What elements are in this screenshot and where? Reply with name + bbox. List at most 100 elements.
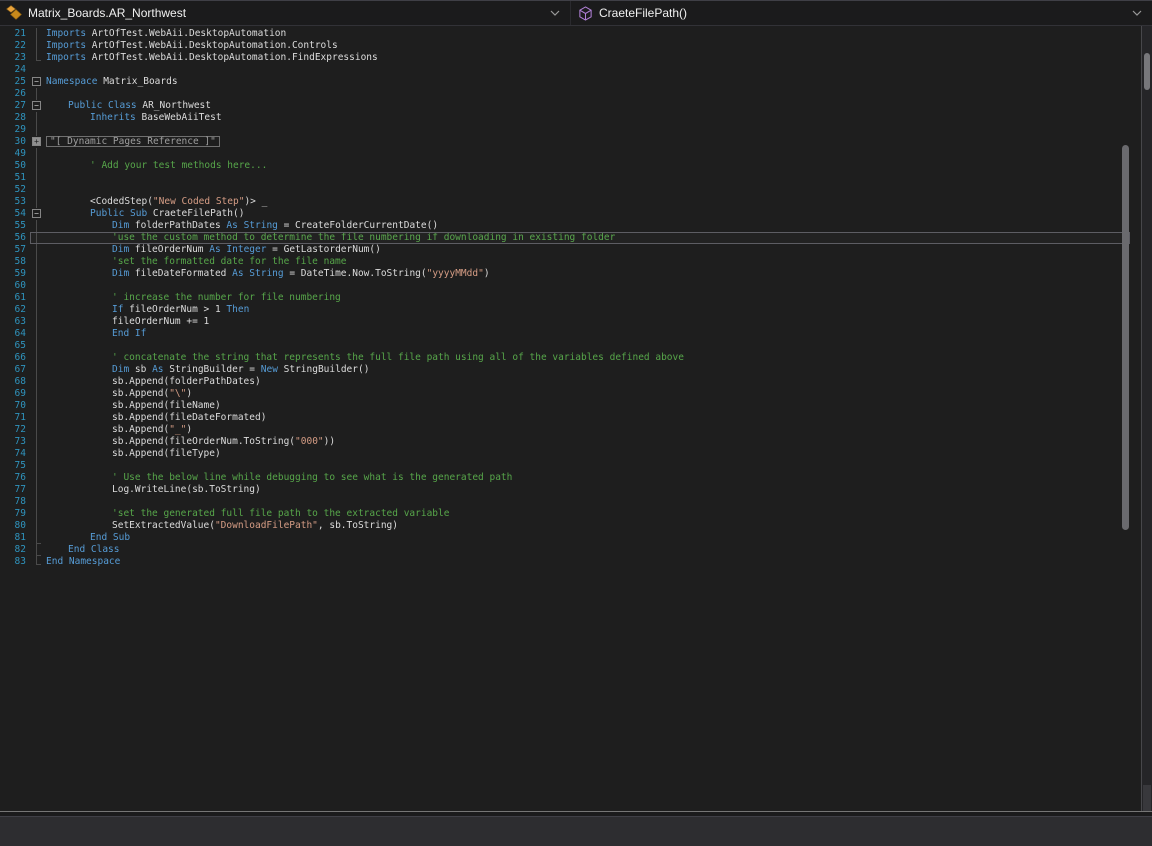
line-number[interactable]: 23 [0, 52, 28, 64]
expand-region-icon[interactable]: + [32, 137, 41, 146]
line-number[interactable]: 72 [0, 424, 28, 436]
code-line-66[interactable]: 66 ' concatenate the string that represen… [0, 352, 1140, 364]
code-line-80[interactable]: 80 SetExtractedValue("DownloadFilePath", … [0, 520, 1140, 532]
line-number[interactable]: 69 [0, 388, 28, 400]
code-line-63[interactable]: 63 fileOrderNum += 1 [0, 316, 1140, 328]
chevron-down-icon[interactable] [548, 8, 562, 18]
line-number[interactable]: 53 [0, 196, 28, 208]
code-line-73[interactable]: 73 sb.Append(fileOrderNum.ToString("000")… [0, 436, 1140, 448]
code-line-81[interactable]: 81 End Sub [0, 532, 1140, 544]
code-line-49[interactable]: 49 [0, 148, 1140, 160]
code-line-29[interactable]: 29 [0, 124, 1140, 136]
vertical-scrollbar-thumb[interactable] [1122, 145, 1129, 530]
code-line-22[interactable]: 22 Imports ArtOfTest.WebAii.DesktopAutoma… [0, 40, 1140, 52]
code-line-79[interactable]: 79 'set the generated full file path to t… [0, 508, 1140, 520]
code-line-52[interactable]: 52 [0, 184, 1140, 196]
code-line-55[interactable]: 55 Dim folderPathDates As String = Create… [0, 220, 1140, 232]
code-line-58[interactable]: 58 'set the formatted date for the file n… [0, 256, 1140, 268]
line-number[interactable]: 57 [0, 244, 28, 256]
code-line-30[interactable]: 30 + "[ Dynamic Pages Reference ]" [0, 136, 1140, 148]
code-line-57[interactable]: 57 Dim fileOrderNum As Integer = GetLasto… [0, 244, 1140, 256]
code-line-28[interactable]: 28 Inherits BaseWebAiiTest [0, 112, 1140, 124]
line-number[interactable]: 28 [0, 112, 28, 124]
line-number[interactable]: 29 [0, 124, 28, 136]
line-number[interactable]: 78 [0, 496, 28, 508]
code-line-82[interactable]: 82 End Class [0, 544, 1140, 556]
line-number[interactable]: 71 [0, 412, 28, 424]
code-line-71[interactable]: 71 sb.Append(fileDateFormated) [0, 412, 1140, 424]
code-line-59[interactable]: 59 Dim fileDateFormated As String = DateT… [0, 268, 1140, 280]
overview-scrollbar-rail[interactable] [1141, 26, 1152, 811]
code-line-69[interactable]: 69 sb.Append("\") [0, 388, 1140, 400]
code-line-70[interactable]: 70 sb.Append(fileName) [0, 400, 1140, 412]
type-dropdown[interactable]: Matrix_Boards.AR_Northwest [0, 1, 570, 25]
line-number[interactable]: 49 [0, 148, 28, 160]
code-line-24[interactable]: 24 [0, 64, 1140, 76]
line-number[interactable]: 30 [0, 136, 28, 148]
line-number[interactable]: 64 [0, 328, 28, 340]
line-number[interactable]: 26 [0, 88, 28, 100]
code-line-51[interactable]: 51 [0, 172, 1140, 184]
line-number[interactable]: 25 [0, 76, 28, 88]
line-number[interactable]: 73 [0, 436, 28, 448]
line-number[interactable]: 66 [0, 352, 28, 364]
line-number[interactable]: 80 [0, 520, 28, 532]
code-line-56[interactable]: 56 'use the custom method to determine th… [0, 232, 1140, 244]
code-line-60[interactable]: 60 [0, 280, 1140, 292]
member-dropdown[interactable]: CraeteFilePath() [570, 1, 1152, 25]
line-number[interactable]: 54 [0, 208, 28, 220]
code-line-54[interactable]: 54− Public Sub CraeteFilePath() [0, 208, 1140, 220]
line-number[interactable]: 82 [0, 544, 28, 556]
collapse-region-icon[interactable]: − [32, 101, 41, 110]
code-line-76[interactable]: 76 ' Use the below line while debugging t… [0, 472, 1140, 484]
chevron-down-icon[interactable] [1130, 8, 1144, 18]
line-number[interactable]: 61 [0, 292, 28, 304]
line-number[interactable]: 55 [0, 220, 28, 232]
line-number[interactable]: 70 [0, 400, 28, 412]
collapse-region-icon[interactable]: − [32, 209, 41, 218]
code-line-74[interactable]: 74 sb.Append(fileType) [0, 448, 1140, 460]
line-number[interactable]: 56 [0, 232, 28, 244]
line-number[interactable]: 58 [0, 256, 28, 268]
code-line-65[interactable]: 65 [0, 340, 1140, 352]
line-number[interactable]: 74 [0, 448, 28, 460]
code-line-53[interactable]: 53 <CodedStep("New Coded Step")> _ [0, 196, 1140, 208]
line-number[interactable]: 79 [0, 508, 28, 520]
code-line-78[interactable]: 78 [0, 496, 1140, 508]
line-number[interactable]: 50 [0, 160, 28, 172]
line-number[interactable]: 76 [0, 472, 28, 484]
line-number[interactable]: 52 [0, 184, 28, 196]
code-line-67[interactable]: 67 Dim sb As StringBuilder = New StringBu… [0, 364, 1140, 376]
line-number[interactable]: 68 [0, 376, 28, 388]
code-line-25[interactable]: 25− Namespace Matrix_Boards [0, 76, 1140, 88]
line-number[interactable]: 59 [0, 268, 28, 280]
code-line-61[interactable]: 61 ' increase the number for file numberi… [0, 292, 1140, 304]
line-number[interactable]: 77 [0, 484, 28, 496]
code-line-26[interactable]: 26 [0, 88, 1140, 100]
code-line-21[interactable]: 21 Imports ArtOfTest.WebAii.DesktopAutoma… [0, 28, 1140, 40]
line-number[interactable]: 75 [0, 460, 28, 472]
line-number[interactable]: 83 [0, 556, 28, 568]
code-line-68[interactable]: 68 sb.Append(folderPathDates) [0, 376, 1140, 388]
code-line-23[interactable]: 23 Imports ArtOfTest.WebAii.DesktopAutoma… [0, 52, 1140, 64]
line-number[interactable]: 51 [0, 172, 28, 184]
line-number[interactable]: 21 [0, 28, 28, 40]
line-number[interactable]: 24 [0, 64, 28, 76]
line-number[interactable]: 81 [0, 532, 28, 544]
line-number[interactable]: 22 [0, 40, 28, 52]
line-number[interactable]: 67 [0, 364, 28, 376]
code-line-75[interactable]: 75 [0, 460, 1140, 472]
code-editor[interactable]: 21 Imports ArtOfTest.WebAii.DesktopAutoma… [0, 26, 1152, 812]
line-number[interactable]: 60 [0, 280, 28, 292]
collapsed-region-box[interactable]: "[ Dynamic Pages Reference ]" [46, 136, 220, 147]
line-number[interactable]: 27 [0, 100, 28, 112]
line-number[interactable]: 65 [0, 340, 28, 352]
code-line-72[interactable]: 72 sb.Append("_") [0, 424, 1140, 436]
line-number[interactable]: 62 [0, 304, 28, 316]
line-number[interactable]: 63 [0, 316, 28, 328]
code-line-64[interactable]: 64 End If [0, 328, 1140, 340]
code-line-83[interactable]: 83 End Namespace [0, 556, 1140, 568]
collapse-region-icon[interactable]: − [32, 77, 41, 86]
code-line-50[interactable]: 50 ' Add your test methods here... [0, 160, 1140, 172]
code-line-62[interactable]: 62 If fileOrderNum > 1 Then [0, 304, 1140, 316]
